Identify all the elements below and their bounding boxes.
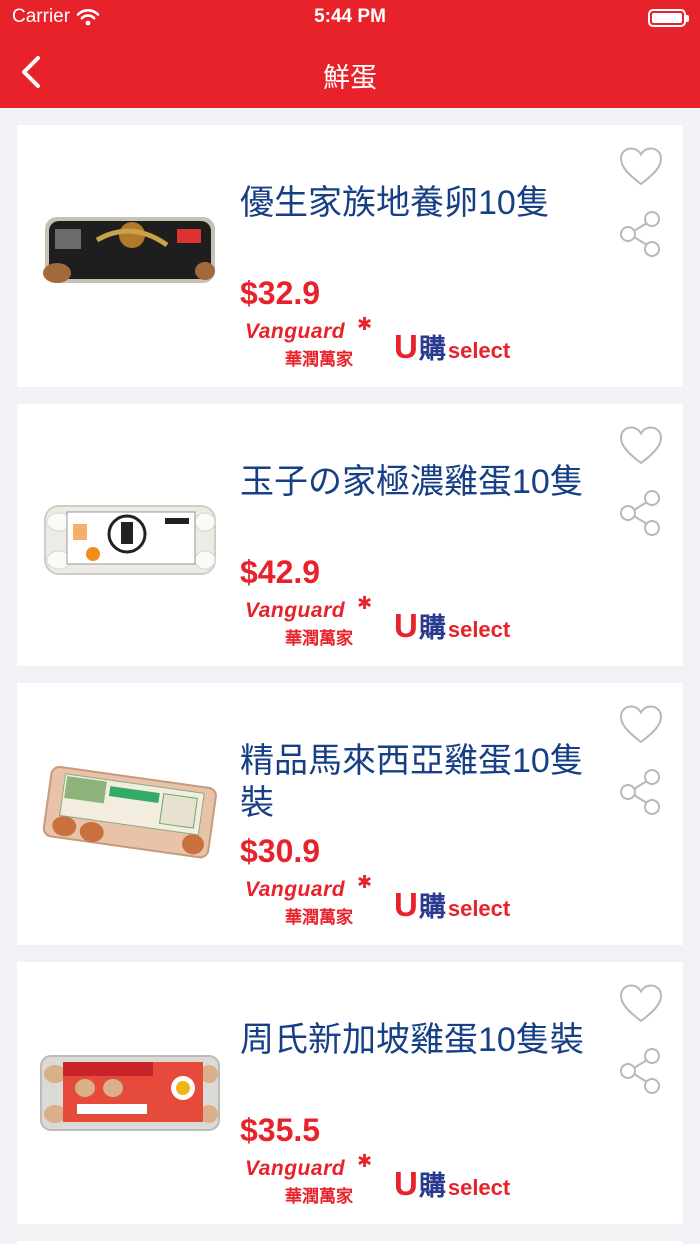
product-price: $42.9	[240, 554, 321, 590]
product-name[interactable]: 優生家族地養卵10隻	[240, 182, 600, 224]
vanguard-logo-chinese: 華潤萬家	[285, 1187, 353, 1206]
uselect-logo: U 購 select	[394, 327, 511, 365]
product-name[interactable]: 精品馬來西亞雞蛋10隻裝	[240, 740, 600, 824]
product-card[interactable]: 周氏新加坡雞蛋10隻裝 $35.5 Vanguard ✱ 華潤萬家 U 購 se…	[17, 962, 683, 1224]
product-name[interactable]: 玉子の家極濃雞蛋10隻	[240, 461, 600, 503]
status-bar: Carrier 5:44 PM	[0, 0, 700, 36]
share-button[interactable]	[618, 767, 664, 817]
favorite-button[interactable]	[618, 145, 664, 189]
vanguard-logo-chinese: 華潤萬家	[285, 629, 353, 648]
share-button[interactable]	[618, 1046, 664, 1096]
product-name[interactable]: 周氏新加坡雞蛋10隻裝	[240, 1019, 600, 1061]
favorite-button[interactable]	[618, 982, 664, 1026]
uselect-logo-chinese: 購	[418, 1171, 446, 1201]
product-card[interactable]: 精品馬來西亞雞蛋10隻裝 $30.9 Vanguard ✱ 華潤萬家 U 購 s…	[17, 683, 683, 945]
uselect-logo-u: U	[394, 886, 418, 923]
uselect-logo-select: select	[447, 338, 511, 363]
share-icon	[620, 769, 660, 815]
vanguard-logo-chinese: 華潤萬家	[285, 350, 353, 369]
vanguard-logo-chinese: 華潤萬家	[285, 908, 353, 927]
battery-icon	[648, 9, 689, 27]
product-image	[43, 217, 215, 283]
product-image	[40, 1055, 220, 1131]
vanguard-logo-text: Vanguard	[245, 1157, 346, 1180]
share-icon	[620, 1048, 660, 1094]
uselect-logo-chinese: 購	[418, 613, 446, 643]
status-time: 5:44 PM	[314, 6, 386, 27]
product-price: $35.5	[240, 1112, 321, 1148]
star-icon: ✱	[357, 1151, 373, 1171]
vanguard-logo: Vanguard ✱ 華潤萬家	[245, 593, 375, 649]
product-image	[42, 765, 217, 859]
product-image	[44, 505, 216, 575]
star-icon: ✱	[357, 593, 373, 613]
star-icon: ✱	[357, 314, 373, 334]
uselect-logo: U 購 select	[394, 1164, 511, 1202]
product-card[interactable]: 優生家族地養卵10隻 $32.9 Vanguard ✱ 華潤萬家 U 購 sel…	[17, 125, 683, 387]
vanguard-logo: Vanguard ✱ 華潤萬家	[245, 314, 375, 370]
share-button[interactable]	[618, 209, 664, 259]
heart-icon	[619, 705, 663, 744]
uselect-logo-u: U	[394, 328, 418, 365]
uselect-logo-u: U	[394, 607, 418, 644]
favorite-button[interactable]	[618, 703, 664, 747]
vanguard-logo-text: Vanguard	[245, 878, 346, 901]
page-title: 鮮蛋	[323, 63, 377, 93]
uselect-logo: U 購 select	[394, 885, 511, 923]
uselect-logo: U 購 select	[394, 606, 511, 644]
share-icon	[620, 211, 660, 257]
product-price: $32.9	[240, 275, 321, 311]
star-icon: ✱	[357, 872, 373, 892]
uselect-logo-select: select	[447, 1175, 511, 1200]
product-card[interactable]: 玉子の家極濃雞蛋10隻 $42.9 Vanguard ✱ 華潤萬家 U 購 se…	[17, 404, 683, 666]
navigation-bar: Carrier 5:44 PM 鮮蛋	[0, 0, 700, 108]
vanguard-logo: Vanguard ✱ 華潤萬家	[245, 872, 375, 928]
uselect-logo-chinese: 購	[418, 892, 446, 922]
share-icon	[620, 490, 660, 536]
favorite-button[interactable]	[618, 424, 664, 468]
uselect-logo-select: select	[447, 896, 511, 921]
uselect-logo-select: select	[447, 617, 511, 642]
heart-icon	[619, 426, 663, 465]
heart-icon	[619, 147, 663, 186]
heart-icon	[619, 984, 663, 1023]
vanguard-logo-text: Vanguard	[245, 599, 346, 622]
product-price: $30.9	[240, 833, 321, 869]
share-button[interactable]	[618, 488, 664, 538]
uselect-logo-u: U	[394, 1165, 418, 1202]
uselect-logo-chinese: 購	[418, 334, 446, 364]
vanguard-logo: Vanguard ✱ 華潤萬家	[245, 1151, 375, 1207]
vanguard-logo-text: Vanguard	[245, 320, 346, 343]
